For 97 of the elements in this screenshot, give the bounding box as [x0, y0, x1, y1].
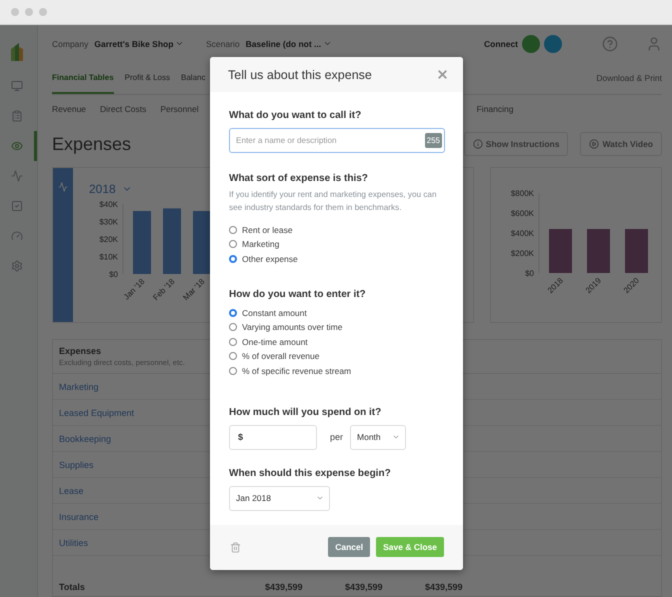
scenario-label: Scenario [206, 38, 240, 49]
question-label: What do you want to call it? [229, 110, 362, 121]
axis-tick-label: $600K [510, 208, 534, 218]
question-label: How do you want to enter it? [229, 288, 367, 300]
radio-option[interactable]: Rent or lease [229, 224, 445, 236]
axis-tick-label: $40K [99, 200, 118, 209]
chart-bar [587, 228, 610, 273]
chart-bar [133, 210, 151, 274]
expense-row-link[interactable]: Marketing [59, 382, 99, 392]
dialog-title: Tell us about this expense [228, 68, 372, 82]
section-tab[interactable]: Direct Costs [100, 104, 146, 114]
sidebar-icon [11, 230, 23, 242]
period-select[interactable]: Month [350, 424, 406, 450]
radio-option[interactable]: % of specific revenue stream [229, 365, 445, 377]
per-label: per [330, 432, 344, 442]
app-logo-icon [11, 43, 23, 61]
section-tab[interactable]: Personnel [160, 104, 199, 114]
axis-tick-label: $30K [99, 217, 118, 226]
info-icon [472, 139, 483, 149]
axis-tick-label: $0 [109, 270, 118, 279]
connect-logo-icon[interactable] [522, 34, 540, 53]
radio-option[interactable]: Marketing [229, 238, 445, 250]
axis-tick-label: $0 [525, 268, 534, 278]
radio-option[interactable]: Constant amount [229, 306, 445, 318]
axis-tick-label: $10K [99, 252, 118, 262]
section-tab[interactable]: Revenue [52, 104, 86, 114]
totals-label: Totals [59, 582, 86, 592]
question-label: What sort of expense is this? [229, 173, 369, 184]
axis-category-label: Jan '18 [122, 276, 146, 302]
close-button[interactable] [436, 68, 449, 81]
chart-bar [625, 228, 648, 273]
radio-button[interactable] [229, 240, 237, 248]
expense-row-link[interactable]: Lease [59, 486, 84, 496]
total-cell-text: $439,599 [265, 582, 304, 592]
chart-bar [163, 208, 181, 274]
sidebar-icon [11, 260, 23, 272]
nav-tab[interactable]: Profit & Loss [124, 62, 170, 94]
radio-button[interactable] [229, 308, 237, 317]
save-close-button[interactable]: Save & Close [376, 537, 444, 558]
axis-category-label: Mar '18 [181, 276, 206, 302]
connect-logo-icon[interactable] [544, 34, 562, 53]
radio-button[interactable] [229, 323, 237, 332]
radio-button[interactable] [229, 366, 237, 375]
help-text: If you identify your rent and marketing expenses, you can see industry standards for them in benchmarks. [229, 189, 438, 214]
year-selector[interactable]: 2018 [89, 182, 229, 196]
radio-option[interactable]: Varying amounts over time [229, 321, 445, 333]
axis-tick-label: $400K [510, 228, 534, 238]
company-selector[interactable]: Garrett's Bike Shop [94, 38, 174, 49]
expense-row-link[interactable]: Insurance [59, 512, 99, 522]
connect-label: Connect [484, 38, 518, 49]
show-instructions-button[interactable]: Show Instructions [464, 132, 568, 156]
user-icon[interactable] [646, 36, 662, 52]
question-label: How much will you spend on it? [229, 406, 382, 418]
window-minimize-control[interactable] [25, 8, 33, 16]
radio-option[interactable]: % of overall revenue [229, 350, 445, 362]
download-print-link[interactable]: Download & Print [596, 73, 662, 84]
character-counter: 255 [424, 133, 442, 148]
radio-button[interactable] [229, 338, 237, 346]
expense-row-link[interactable]: Bookkeeping [59, 434, 112, 444]
expense-row-link[interactable]: Utilities [59, 538, 88, 548]
sidebar-icon [11, 110, 23, 122]
sidebar-icon [11, 170, 23, 182]
total-cell-text: $439,599 [425, 582, 464, 592]
company-label: Company [52, 38, 88, 49]
amount-input-field[interactable]: $ [229, 424, 317, 450]
radio-button[interactable] [229, 352, 237, 360]
trend-line-icon [58, 182, 68, 192]
radio-option[interactable]: One-time amount [229, 336, 445, 348]
scenario-selector[interactable]: Baseline (do not ... [246, 38, 322, 49]
section-tab[interactable]: Financing [476, 104, 514, 114]
axis-tick-label: $800K [510, 188, 534, 198]
total-cell-text: $439,599 [345, 582, 384, 592]
nav-tab[interactable]: Balanc [181, 62, 206, 94]
radio-button[interactable] [229, 254, 237, 263]
window-close-control[interactable] [11, 8, 19, 16]
axis-category-label: Feb '18 [151, 276, 176, 302]
page-title: Expenses [52, 134, 132, 154]
chart-bar [549, 228, 572, 273]
cancel-button[interactable]: Cancel [328, 537, 370, 558]
play-icon [589, 139, 600, 149]
watch-video-button[interactable]: Watch Video [580, 132, 662, 156]
axis-tick-label: $20K [99, 234, 118, 244]
start-date-select[interactable]: Jan 2018 [229, 486, 330, 511]
sidebar-icon [11, 140, 23, 152]
chart-bar [193, 210, 211, 274]
nav-tab[interactable]: Financial Tables [52, 62, 114, 94]
radio-button[interactable] [229, 226, 237, 234]
window-zoom-control[interactable] [39, 8, 47, 16]
expense-row-link[interactable]: Supplies [59, 460, 94, 470]
axis-tick-label: $200K [510, 248, 534, 258]
help-icon[interactable] [602, 36, 618, 52]
question-label: When should this expense begin? [229, 468, 392, 479]
sidebar-icon [11, 80, 23, 92]
sidebar-icon [11, 200, 23, 212]
delete-icon[interactable] [230, 542, 241, 553]
expense-row-link[interactable]: Leased Equipment [59, 408, 134, 418]
radio-option[interactable]: Other expense [229, 253, 445, 265]
